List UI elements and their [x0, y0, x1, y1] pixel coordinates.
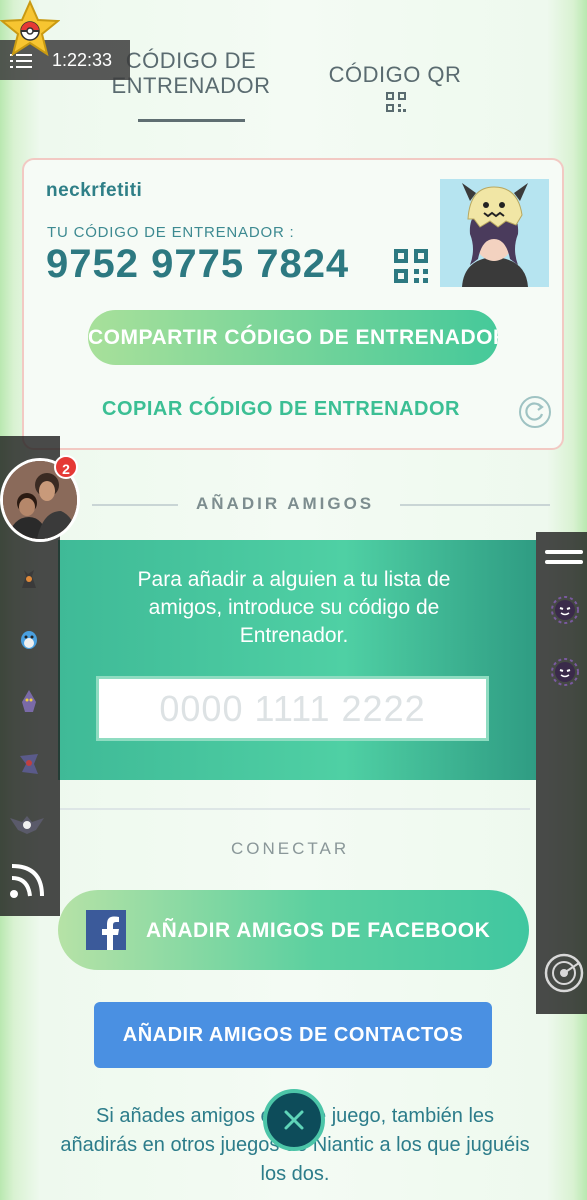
gastly-icon[interactable]	[551, 658, 579, 686]
nearby-radar-icon[interactable]	[543, 952, 585, 994]
pokemon-slot-icon[interactable]	[16, 626, 42, 652]
active-tab-indicator	[138, 119, 245, 122]
trainer-code-value: 9752 9775 7824	[46, 242, 350, 286]
close-button[interactable]	[263, 1089, 325, 1151]
hamburger-menu-icon[interactable]	[545, 550, 583, 568]
qr-code-icon[interactable]	[394, 249, 428, 283]
section-divider	[400, 504, 550, 506]
add-friends-title: AÑADIR AMIGOS	[196, 494, 375, 513]
close-icon	[284, 1110, 304, 1130]
avatar-illustration-icon	[440, 179, 549, 287]
facebook-f-icon	[86, 910, 126, 950]
trainer-username: neckrfetiti	[46, 180, 143, 201]
tab-trainer-code[interactable]: CÓDIGO DE ENTRENADOR	[110, 48, 272, 98]
friend-code-input[interactable]	[96, 676, 489, 741]
pokemon-slot-icon[interactable]	[10, 812, 44, 838]
radar-wifi-icon[interactable]	[8, 860, 52, 900]
notification-badge: 2	[54, 455, 78, 479]
pokemon-slot-icon[interactable]	[16, 688, 42, 714]
gastly-icon[interactable]	[551, 596, 579, 624]
refresh-icon[interactable]	[519, 396, 551, 428]
copy-trainer-code-link[interactable]: COPIAR CÓDIGO DE ENTRENADOR	[102, 398, 460, 421]
facebook-button-label: AÑADIR AMIGOS DE FACEBOOK	[146, 919, 491, 942]
refresh-arrow-icon	[525, 402, 544, 421]
tab-qr-code[interactable]: CÓDIGO QR	[320, 62, 470, 87]
section-divider	[92, 504, 178, 506]
add-friend-instructions: Para añadir a alguien a tu lista de amig…	[137, 568, 451, 647]
trainer-code-label: TU CÓDIGO DE ENTRENADOR :	[47, 224, 295, 241]
overlay-time: 1:22:33	[52, 50, 113, 70]
trainer-avatar	[440, 179, 549, 287]
add-contacts-friends-button[interactable]: AÑADIR AMIGOS DE CONTACTOS	[94, 1002, 492, 1068]
pokemon-slot-icon[interactable]	[16, 750, 42, 776]
qr-icon	[386, 92, 406, 112]
share-trainer-code-button[interactable]: COMPARTIR CÓDIGO DE ENTRENADOR	[88, 310, 498, 365]
pokemon-slot-icon[interactable]	[16, 566, 42, 592]
section-divider	[60, 808, 530, 810]
star-pokeball-icon[interactable]	[0, 0, 60, 58]
connect-title: CONECTAR	[231, 839, 350, 858]
facebook-icon	[86, 910, 126, 950]
